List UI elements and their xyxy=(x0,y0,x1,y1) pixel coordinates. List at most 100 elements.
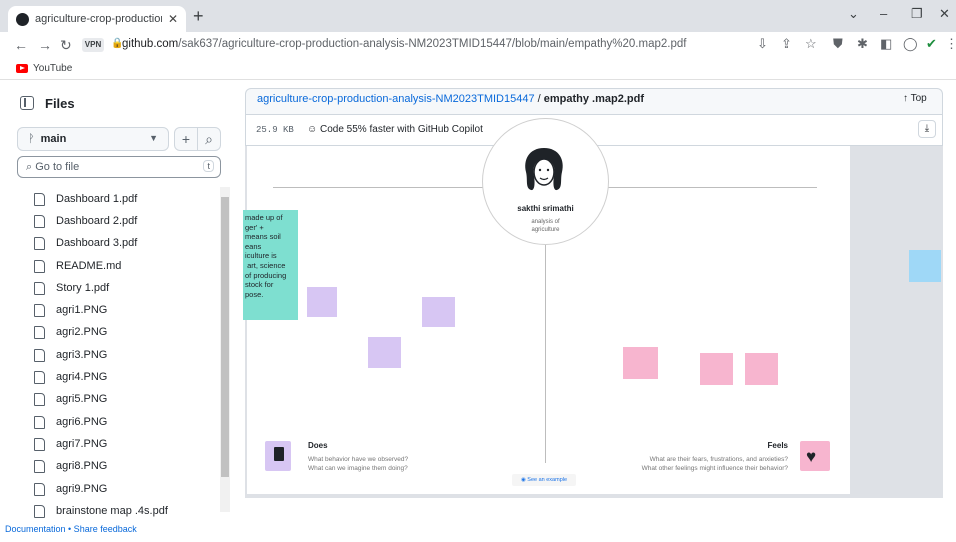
profile-icon[interactable]: ◯ xyxy=(903,36,918,52)
file-icon xyxy=(34,370,45,384)
feels-prompts: What are their fears, frustrations, and … xyxy=(641,456,788,472)
side-panel-icon[interactable]: ◧ xyxy=(880,36,892,52)
file-icon xyxy=(34,192,45,206)
repo-link[interactable]: agriculture-crop-production-analysis-NM2… xyxy=(257,93,535,105)
file-item[interactable]: agri2.PNG xyxy=(34,322,107,342)
file-icon xyxy=(34,459,45,473)
file-item[interactable]: agri1.PNG xyxy=(34,300,107,320)
feels-title: Feels xyxy=(767,441,788,450)
file-icon xyxy=(34,482,45,496)
file-icon xyxy=(34,325,45,339)
file-item[interactable]: brainstone map .4s.pdf xyxy=(34,501,168,521)
bookmark-star-icon[interactable]: ☆ xyxy=(805,36,817,52)
sidebar-collapse-icon[interactable] xyxy=(20,96,34,110)
file-icon xyxy=(34,392,45,406)
persona-avatar-icon xyxy=(525,148,563,191)
copilot-icon: ☺ xyxy=(307,124,320,135)
file-item[interactable]: README.md xyxy=(34,256,121,276)
search-button[interactable]: ⌕ xyxy=(197,127,221,151)
download-button[interactable]: ⤓ xyxy=(918,120,936,138)
top-button[interactable]: ↑ Top xyxy=(903,93,927,104)
file-item[interactable]: Dashboard 3.pdf xyxy=(34,233,137,253)
file-item[interactable]: agri8.PNG xyxy=(34,456,107,476)
arrow-up-icon: ↑ xyxy=(903,93,911,104)
file-icon xyxy=(34,415,45,429)
bookmark-youtube[interactable]: YouTube xyxy=(33,63,72,74)
bookmarks-bar xyxy=(0,58,956,80)
url-field[interactable]: github.com/sak637/agriculture-crop-produ… xyxy=(122,38,686,50)
tab-search-icon[interactable]: ⌄ xyxy=(848,6,859,22)
files-heading: Files xyxy=(45,96,75,111)
share-icon[interactable]: ⇪ xyxy=(781,36,792,52)
file-icon xyxy=(34,504,45,518)
file-name: empathy .map2.pdf xyxy=(543,93,645,105)
divider-line xyxy=(545,245,546,463)
branch-name: main xyxy=(40,133,67,145)
github-icon xyxy=(16,12,29,26)
blue-sticky-note xyxy=(909,250,941,282)
youtube-icon xyxy=(16,64,28,73)
minimize-button[interactable]: – xyxy=(880,6,887,21)
file-item[interactable]: Story 1.pdf xyxy=(34,278,109,298)
file-item[interactable]: Dashboard 2.pdf xyxy=(34,211,137,231)
sticky-note xyxy=(745,353,778,385)
extension-shield-icon[interactable]: ⛊ xyxy=(833,36,843,52)
back-icon[interactable]: ← xyxy=(14,37,28,53)
reload-icon[interactable]: ↻ xyxy=(60,37,72,54)
forward-icon[interactable]: → xyxy=(38,37,52,53)
file-item[interactable]: agri5.PNG xyxy=(34,389,107,409)
sticky-note xyxy=(700,353,733,385)
footer-links[interactable]: Documentation • Share feedback xyxy=(5,524,137,534)
copilot-promo[interactable]: ☺ Code 55% faster with GitHub Copilot xyxy=(307,124,483,135)
file-icon xyxy=(34,437,45,451)
file-icon xyxy=(34,214,45,228)
see-example-link[interactable]: ◉ See an example xyxy=(512,474,576,486)
file-item[interactable]: agri7.PNG xyxy=(34,434,107,454)
add-file-button[interactable]: + xyxy=(174,127,198,151)
security-check-icon[interactable]: ✔ xyxy=(926,36,937,52)
chevron-down-icon: ▼ xyxy=(149,133,158,143)
restore-button[interactable]: ❐ xyxy=(911,6,923,22)
browser-tab[interactable]: agriculture-crop-production-ana ✕ xyxy=(8,6,186,32)
menu-kebab-icon[interactable]: ⋮ xyxy=(945,36,956,52)
file-icon xyxy=(34,281,45,295)
extensions-puzzle-icon[interactable]: ✱ xyxy=(857,36,868,52)
file-item[interactable]: agri6.PNG xyxy=(34,412,107,432)
heart-icon: ♥ xyxy=(806,447,817,466)
file-item[interactable]: Dashboard 1.pdf xyxy=(34,189,137,209)
go-to-file-input[interactable]: ⌕ Go to file t xyxy=(17,156,221,178)
file-item[interactable]: agri4.PNG xyxy=(34,367,107,387)
close-window-button[interactable]: ✕ xyxy=(939,6,950,22)
close-tab-icon[interactable]: ✕ xyxy=(168,12,178,26)
vpn-badge[interactable]: VPN xyxy=(82,38,104,52)
sticky-note xyxy=(368,337,401,368)
file-item[interactable]: agri3.PNG xyxy=(34,345,107,365)
sticky-note xyxy=(422,297,455,327)
search-icon: ⌕ xyxy=(26,161,36,173)
shortcut-hint: t xyxy=(203,160,214,172)
download-icon: ⤓ xyxy=(924,123,930,134)
breadcrumb: agriculture-crop-production-analysis-NM2… xyxy=(257,93,645,105)
new-tab-button[interactable]: + xyxy=(193,6,204,27)
persona-description: analysis of agriculture xyxy=(531,219,560,233)
file-item[interactable]: agri9.PNG xyxy=(34,479,107,499)
sticky-note xyxy=(307,287,337,317)
file-icon xyxy=(34,348,45,362)
persona-name: sakthi srimathi xyxy=(517,204,574,213)
install-icon[interactable]: ⇩ xyxy=(757,36,768,52)
does-prompts: What behavior have we observed? What can … xyxy=(308,456,409,472)
tab-title: agriculture-crop-production-ana xyxy=(35,13,162,25)
scrollbar-thumb[interactable] xyxy=(221,197,229,477)
branch-selector[interactable]: ᚹ main ▼ xyxy=(17,127,169,151)
divider-line xyxy=(273,187,483,188)
green-sticky-note: made up of ger' + means soil eans icultu… xyxy=(243,210,298,320)
file-size: 25.9 KB xyxy=(256,125,294,135)
branch-icon: ᚹ xyxy=(28,133,35,145)
clipboard-icon xyxy=(274,447,284,461)
file-icon xyxy=(34,303,45,317)
goto-placeholder: Go to file xyxy=(35,161,80,173)
does-title: Does xyxy=(308,441,328,450)
file-icon xyxy=(34,259,45,273)
sticky-note xyxy=(623,347,658,379)
file-icon xyxy=(34,236,45,250)
